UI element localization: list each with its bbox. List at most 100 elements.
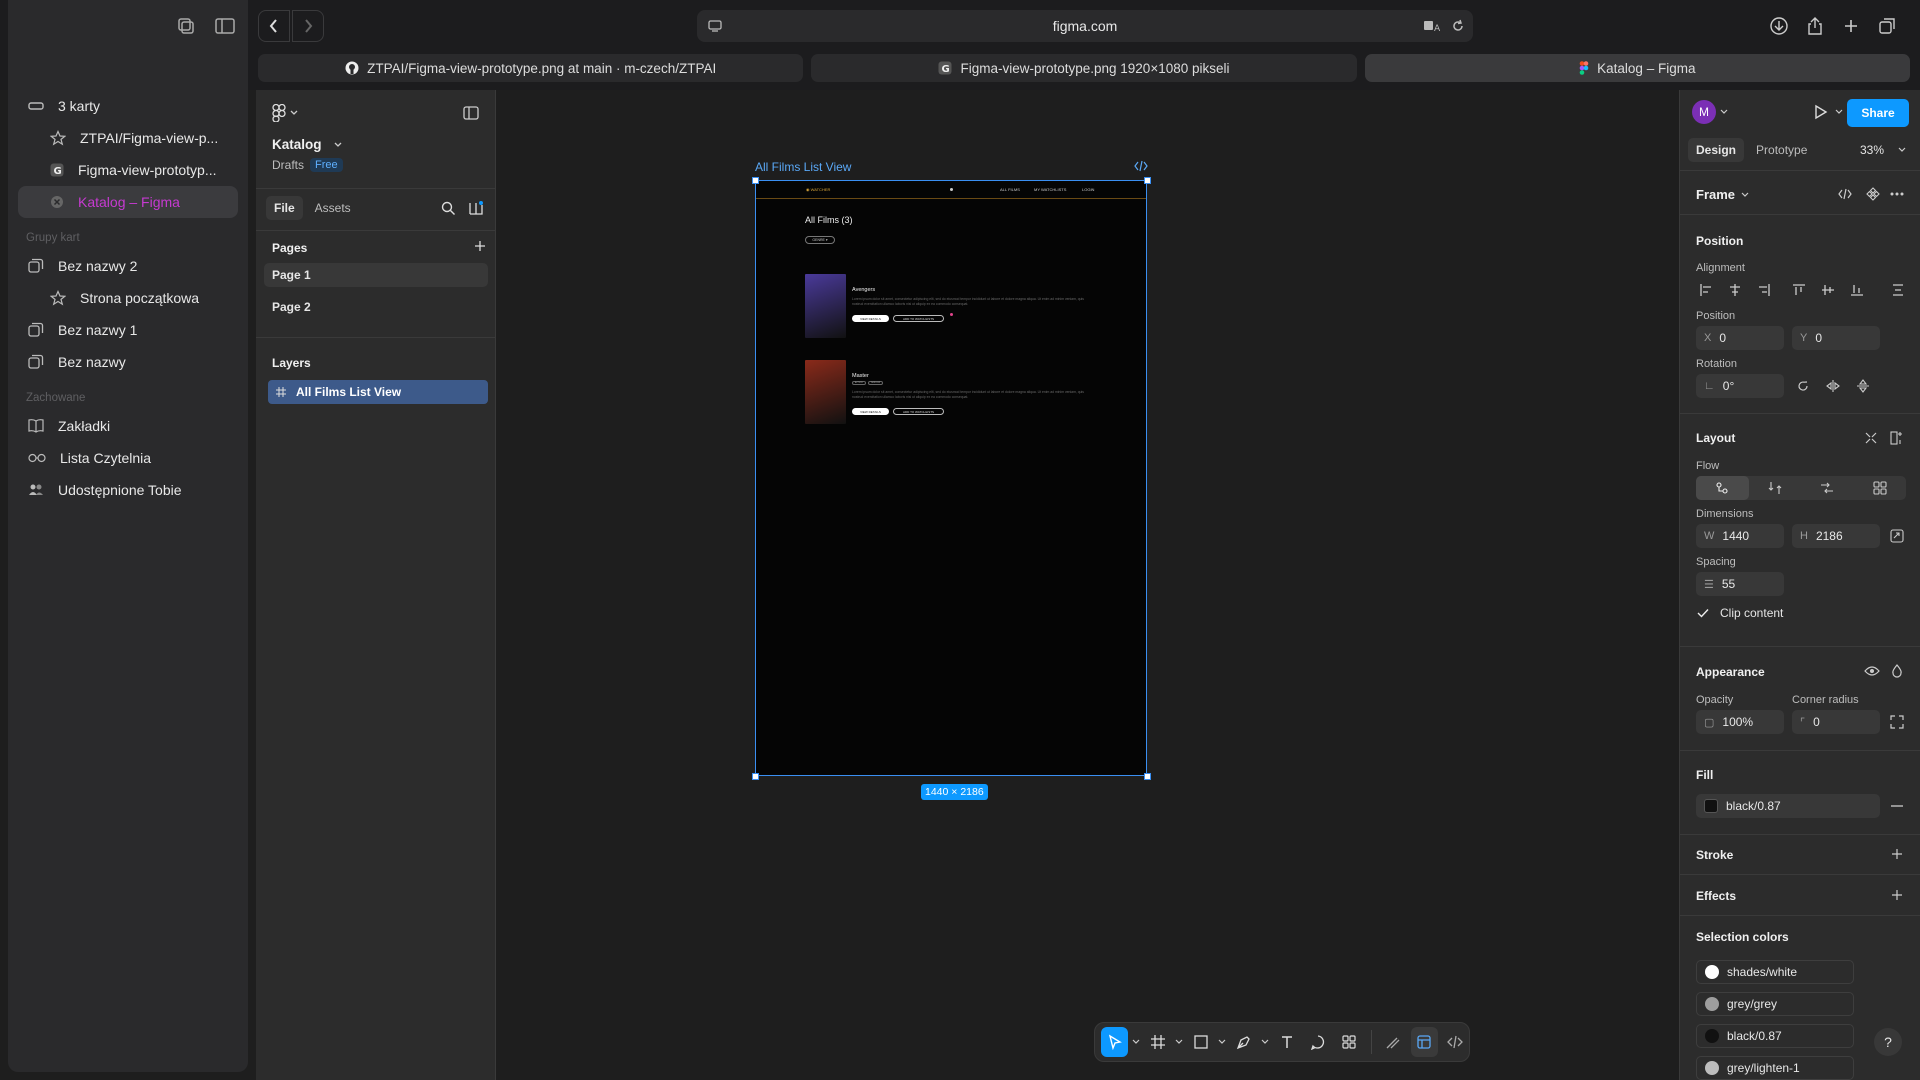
avatar-menu[interactable]: M [1692, 100, 1728, 124]
chevron-down-icon[interactable] [1261, 1039, 1269, 1045]
page-item[interactable]: Page 1 [264, 263, 488, 287]
align-bottom-icon[interactable] [1845, 278, 1869, 302]
panel-toggle-icon[interactable] [463, 106, 479, 120]
tab-prototype[interactable]: Prototype [1748, 138, 1815, 162]
chevron-down-icon[interactable] [1175, 1039, 1183, 1045]
remove-fill-icon[interactable] [1891, 805, 1903, 807]
align-center-v-icon[interactable] [1816, 278, 1840, 302]
flip-horizontal-icon[interactable] [1826, 379, 1840, 393]
plan-badge[interactable]: Free [310, 158, 343, 172]
spacing-field[interactable]: ☰ 55 [1696, 572, 1784, 596]
move-tool-button[interactable] [1101, 1027, 1129, 1057]
browser-tab[interactable]: Katalog – Figma [1364, 54, 1910, 82]
view-details-button[interactable]: VIEW DETAILS [852, 408, 889, 415]
back-button[interactable] [258, 10, 290, 42]
share-button[interactable]: Share [1847, 99, 1909, 127]
film-poster[interactable] [805, 360, 846, 424]
browser-tab[interactable]: ZTPAI/Figma-view-prototype.png at main ·… [258, 54, 804, 82]
align-center-h-icon[interactable] [1723, 278, 1747, 302]
align-top-icon[interactable] [1787, 278, 1811, 302]
code-icon[interactable] [1838, 188, 1852, 200]
reload-icon[interactable] [1451, 19, 1465, 33]
selection-color-row[interactable]: grey/grey [1696, 992, 1854, 1016]
resize-handle-bl[interactable] [752, 773, 759, 780]
distribute-icon[interactable] [1886, 278, 1910, 302]
flow-horizontal-option[interactable] [1801, 476, 1854, 500]
resize-to-fit-icon[interactable] [1890, 529, 1904, 543]
independent-corners-icon[interactable] [1890, 715, 1904, 729]
flow-grid-option[interactable] [1854, 476, 1907, 500]
rotation-field[interactable]: ∟ 0° [1696, 374, 1784, 398]
frame-tool-button[interactable] [1144, 1027, 1171, 1057]
tab-file[interactable]: File [266, 196, 303, 220]
selection-color-row[interactable]: shades/white [1696, 960, 1854, 984]
browser-tab[interactable]: G Figma-view-prototype.png 1920×1080 piks… [811, 54, 1357, 82]
dev-mode-button[interactable] [1442, 1027, 1469, 1057]
sidebar-tab-item[interactable]: G Figma-view-prototyp... [8, 154, 248, 186]
frame-label[interactable]: All Films List View [755, 160, 851, 174]
fill-row[interactable]: black/0.87 [1696, 794, 1880, 818]
pen-tool-button[interactable] [1230, 1027, 1257, 1057]
add-to-watchlist-button[interactable]: ADD TO WATCHLISTS [893, 315, 944, 322]
selection-color-row[interactable]: grey/lighten-1 [1696, 1056, 1854, 1080]
zoom-control[interactable]: 33% [1860, 143, 1906, 157]
sidebar-group-item[interactable]: Strona początkowa [8, 282, 248, 314]
frame-all-films-list-view[interactable]: ◉ WATCHER ALL FILMS MY WATCHLISTS LOGIN … [755, 180, 1147, 776]
component-icon[interactable] [1866, 187, 1880, 201]
align-left-icon[interactable] [1694, 278, 1718, 302]
add-effect-icon[interactable] [1891, 889, 1903, 901]
collapse-layout-icon[interactable] [1864, 431, 1878, 445]
resize-handle-tl[interactable] [752, 177, 759, 184]
genre-button[interactable]: GENRE ▾ [805, 236, 835, 244]
search-icon[interactable] [441, 201, 456, 216]
nav-all-films[interactable]: ALL FILMS [1000, 187, 1020, 192]
share-page-button[interactable] [1800, 11, 1830, 41]
view-details-button[interactable]: VIEW DETAILS [852, 315, 889, 322]
sidebar-tab-item[interactable]: Katalog – Figma [18, 186, 238, 218]
downloads-button[interactable] [1764, 11, 1794, 41]
selection-color-row[interactable]: black/0.87 [1696, 1024, 1854, 1048]
tab-design[interactable]: Design [1688, 138, 1745, 162]
width-field[interactable]: W 1440 [1696, 524, 1784, 548]
add-stroke-icon[interactable] [1891, 848, 1903, 860]
tab-overview-button[interactable] [1872, 11, 1902, 41]
flow-vertical-option[interactable] [1749, 476, 1802, 500]
eye-icon[interactable] [1864, 665, 1880, 677]
translate-icon[interactable]: A [1423, 19, 1441, 33]
clip-content-checkbox[interactable]: Clip content [1696, 606, 1783, 620]
sidebar-group-item[interactable]: Bez nazwy [8, 346, 248, 378]
sidebar-group-item[interactable]: Bez nazwy 2 [8, 250, 248, 282]
height-field[interactable]: H 2186 [1792, 524, 1880, 548]
address-bar[interactable]: figma.com A [697, 10, 1473, 42]
layout-guide-icon[interactable] [1890, 431, 1904, 445]
design-canvas[interactable]: All Films List View ◉ WATCHER ALL FILMS … [497, 90, 1679, 1080]
tab-assets[interactable]: Assets [307, 196, 359, 220]
chevron-down-icon[interactable] [1218, 1039, 1226, 1045]
corner-radius-field[interactable]: ⌜ 0 [1792, 710, 1880, 734]
chevron-down-icon[interactable] [1132, 1039, 1140, 1045]
y-field[interactable]: Y0 [1792, 326, 1880, 350]
tabs-count-row[interactable]: 3 karty [8, 90, 248, 122]
add-to-watchlist-button[interactable]: ADD TO WATCHLISTS [893, 408, 944, 415]
sidebar-saved-item[interactable]: Udostępnione Tobie [8, 474, 248, 506]
more-options-icon[interactable] [1890, 192, 1904, 196]
nav-login[interactable]: LOGIN [1082, 187, 1094, 192]
chevron-down-icon[interactable] [1835, 109, 1843, 115]
page-menu-icon[interactable] [707, 19, 723, 33]
design-mode-button[interactable] [1410, 1027, 1438, 1057]
align-right-icon[interactable] [1752, 278, 1776, 302]
sidebar-group-item[interactable]: Bez nazwy 1 [8, 314, 248, 346]
rotate-icon[interactable] [1796, 379, 1810, 393]
sidebar-toggle-icon[interactable] [214, 16, 236, 36]
library-icon[interactable] [468, 200, 484, 216]
main-menu-button[interactable] [272, 104, 298, 122]
tab-overview-icon[interactable] [176, 16, 196, 36]
comment-tool-button[interactable] [1305, 1027, 1332, 1057]
present-play-icon[interactable] [1814, 104, 1828, 120]
new-tab-button[interactable] [1836, 11, 1866, 41]
blend-mode-icon[interactable] [1891, 664, 1903, 678]
add-page-icon[interactable] [474, 240, 486, 252]
sidebar-saved-item[interactable]: Zakładki [8, 410, 248, 442]
code-icon[interactable] [1134, 160, 1148, 172]
components-tool-button[interactable] [1336, 1027, 1363, 1057]
